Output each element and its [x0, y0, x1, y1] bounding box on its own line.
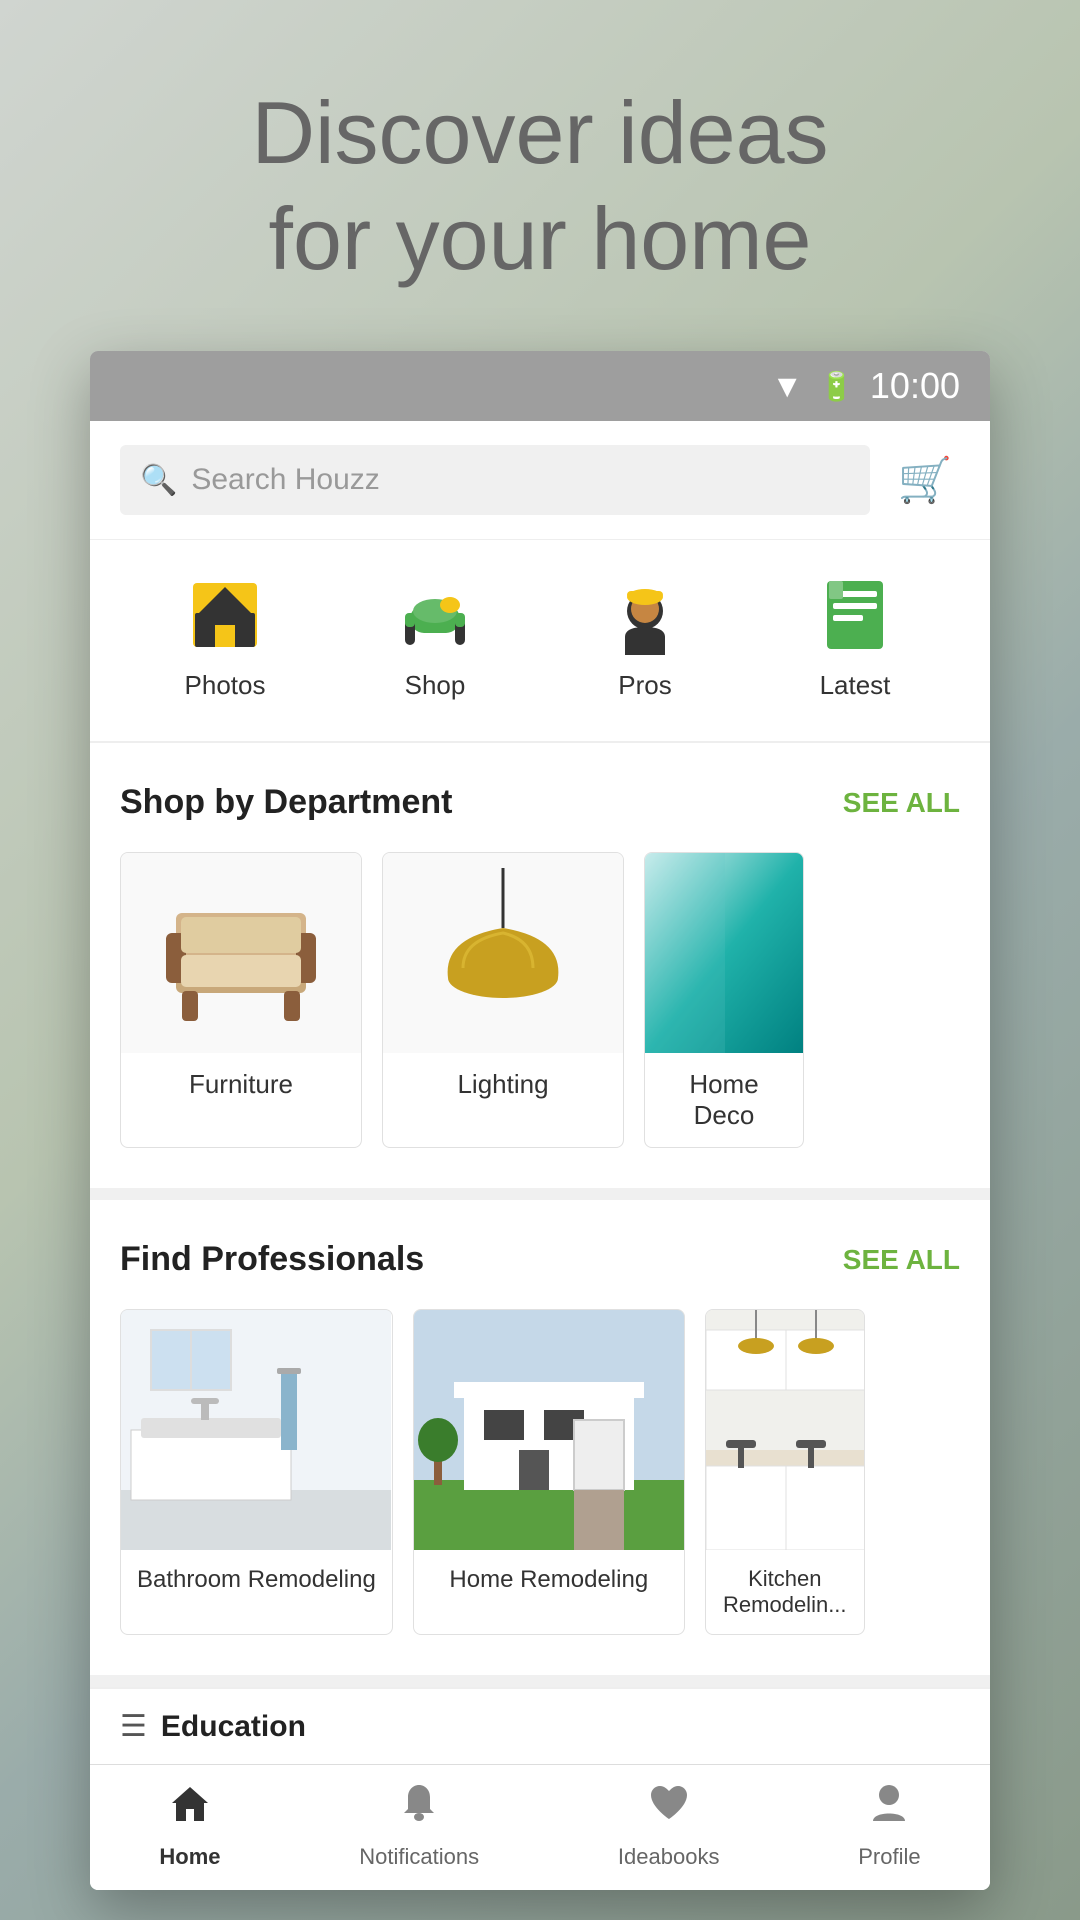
time-display: 10:00 [870, 365, 960, 407]
dept-card-furniture[interactable]: Furniture [120, 852, 362, 1148]
dept-card-home-deco[interactable]: Home Deco [644, 852, 804, 1148]
battery-icon: 🔋 [819, 370, 854, 403]
home-nav-label: Home [159, 1844, 220, 1870]
home-deco-svg [645, 853, 804, 1053]
kitchen-svg [706, 1310, 865, 1550]
prof-cards-list: Bathroom Remodeling [120, 1309, 960, 1645]
prof-card-kitchen[interactable]: Kitchen Remodelin... [705, 1309, 865, 1635]
shop-dept-see-all[interactable]: SEE ALL [843, 787, 960, 819]
search-placeholder: Search Houzz [191, 463, 379, 497]
shop-label: Shop [405, 670, 466, 701]
person-icon-svg [867, 1781, 911, 1825]
find-pros-title: Find Professionals [120, 1240, 424, 1279]
prof-card-home-remodeling[interactable]: Home Remodeling [413, 1309, 685, 1635]
ideabooks-nav-icon [647, 1781, 691, 1836]
profile-nav-icon [867, 1781, 911, 1836]
home-deco-card-label: Home Deco [645, 1053, 803, 1147]
find-pros-section: Find Professionals SEE ALL [90, 1200, 990, 1675]
photos-icon [185, 575, 265, 655]
furniture-card-image [121, 853, 361, 1053]
dept-cards-list: Furniture [120, 852, 960, 1158]
bottom-nav-notifications[interactable]: Notifications [329, 1781, 509, 1870]
find-pros-see-all[interactable]: SEE ALL [843, 1244, 960, 1276]
shop-dept-title: Shop by Department [120, 783, 452, 822]
nav-item-latest[interactable]: Latest [790, 560, 920, 711]
heart-icon-svg [647, 1781, 691, 1825]
quick-nav: Photos Shop [90, 540, 990, 743]
cart-icon: 🛒 [898, 454, 953, 506]
bottom-nav-ideabooks[interactable]: Ideabooks [588, 1781, 750, 1870]
shop-icon-container [390, 570, 480, 660]
lighting-svg [403, 868, 603, 1038]
photos-label: Photos [185, 670, 266, 701]
prof-card-bathroom[interactable]: Bathroom Remodeling [120, 1309, 393, 1635]
bell-icon-svg [397, 1781, 441, 1825]
home-icon-svg [168, 1781, 212, 1825]
pros-label: Pros [618, 670, 671, 701]
kitchen-card-image [706, 1310, 865, 1550]
section-divider-1 [90, 1188, 990, 1200]
pros-icon-container [600, 570, 690, 660]
education-title: Education [161, 1710, 306, 1744]
main-content: Shop by Department SEE ALL [90, 743, 990, 1764]
bathroom-svg [121, 1310, 391, 1550]
status-icons: ▼ 🔋 10:00 [771, 365, 960, 407]
profile-nav-label: Profile [858, 1844, 920, 1870]
photos-icon-container [180, 570, 270, 660]
hero-title: Discover ideas for your home [80, 80, 1000, 291]
home-remodeling-svg [414, 1310, 684, 1550]
bathroom-card-image [121, 1310, 391, 1550]
notifications-nav-label: Notifications [359, 1844, 479, 1870]
section-divider-2 [90, 1675, 990, 1687]
ideabooks-nav-label: Ideabooks [618, 1844, 720, 1870]
cart-button[interactable]: 🛒 [890, 445, 960, 515]
find-pros-header: Find Professionals SEE ALL [120, 1240, 960, 1279]
status-bar: ▼ 🔋 10:00 [90, 351, 990, 421]
pros-icon [605, 575, 685, 655]
search-area: 🔍 Search Houzz 🛒 [90, 421, 990, 540]
lighting-card-label: Lighting [383, 1053, 623, 1116]
search-bar[interactable]: 🔍 Search Houzz [120, 445, 870, 515]
dept-card-lighting[interactable]: Lighting [382, 852, 624, 1148]
lighting-card-image [383, 853, 623, 1053]
nav-item-pros[interactable]: Pros [580, 560, 710, 711]
education-icon: ☰ [120, 1709, 147, 1744]
latest-icon-container [810, 570, 900, 660]
hero-title-line1: Discover ideas [251, 83, 828, 182]
bottom-nav-home[interactable]: Home [129, 1781, 250, 1870]
latest-icon [815, 575, 895, 655]
bottom-nav: Home Notifications Ideabooks [90, 1764, 990, 1890]
shop-dept-header: Shop by Department SEE ALL [120, 783, 960, 822]
furniture-svg [146, 873, 336, 1033]
kitchen-card-label: Kitchen Remodelin... [706, 1550, 864, 1634]
bottom-nav-profile[interactable]: Profile [828, 1781, 950, 1870]
search-icon: 🔍 [140, 463, 177, 498]
hero-title-line2: for your home [269, 189, 812, 288]
nav-item-shop[interactable]: Shop [370, 560, 500, 711]
shop-icon [395, 575, 475, 655]
bathroom-card-label: Bathroom Remodeling [121, 1550, 392, 1610]
shop-by-dept-section: Shop by Department SEE ALL [90, 743, 990, 1188]
wifi-icon: ▼ [771, 368, 803, 405]
home-remodeling-card-image [414, 1310, 684, 1550]
nav-item-photos[interactable]: Photos [160, 560, 290, 711]
home-deco-card-image [645, 853, 804, 1053]
notifications-nav-icon [397, 1781, 441, 1836]
hero-section: Discover ideas for your home [0, 0, 1080, 351]
home-nav-icon [168, 1781, 212, 1836]
education-section-partial: ☰ Education [90, 1687, 990, 1764]
latest-label: Latest [820, 670, 891, 701]
furniture-card-label: Furniture [121, 1053, 361, 1116]
app-container: ▼ 🔋 10:00 🔍 Search Houzz 🛒 [90, 351, 990, 1890]
home-remodeling-card-label: Home Remodeling [414, 1550, 684, 1610]
